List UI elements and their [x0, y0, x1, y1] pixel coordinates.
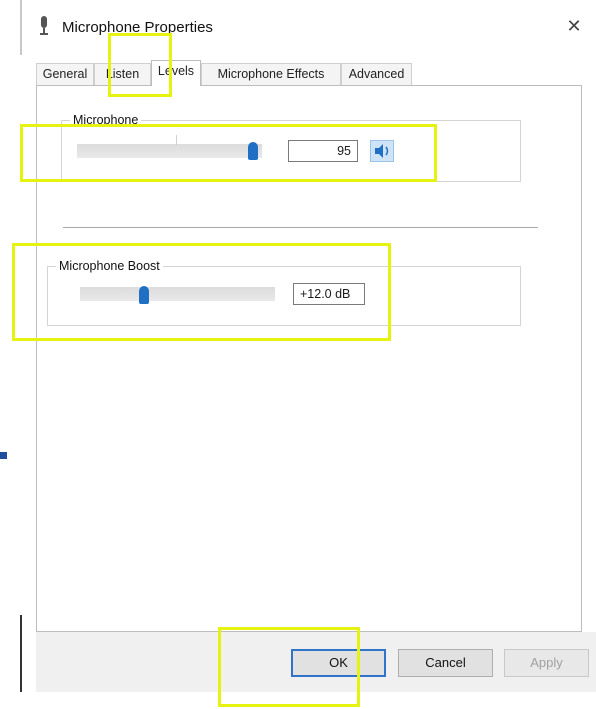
boost-slider-track[interactable] [80, 287, 275, 301]
background-edge [0, 0, 10, 709]
microphone-slider-track[interactable] [77, 144, 262, 158]
background-marker [0, 452, 7, 459]
tab-strip: General Listen Levels Microphone Effects… [36, 60, 596, 86]
apply-button[interactable]: Apply [504, 649, 589, 677]
microphone-boost-input[interactable]: +12.0 dB [293, 283, 365, 305]
title-bar: Microphone Properties ✕ [22, 0, 596, 50]
cancel-button[interactable]: Cancel [398, 649, 493, 677]
microphone-label: Microphone [70, 113, 142, 127]
section-separator [63, 227, 538, 228]
mute-button[interactable] [370, 140, 394, 162]
levels-panel: Microphone 95 Microphone Boost +12.0 dB [36, 86, 582, 632]
microphone-properties-dialog: Microphone Properties ✕ General Listen L… [22, 0, 596, 692]
dialog-footer: OK Cancel Apply [36, 632, 596, 692]
microphone-boost-label: Microphone Boost [56, 259, 163, 273]
microphone-icon [40, 16, 48, 35]
tab-advanced[interactable]: Advanced [341, 63, 412, 85]
tab-microphone-effects[interactable]: Microphone Effects [201, 63, 341, 85]
window-title: Microphone Properties [62, 19, 213, 36]
background-bottom [0, 692, 596, 709]
microphone-slider-thumb[interactable] [247, 142, 258, 160]
microphone-level-input[interactable]: 95 [288, 140, 358, 162]
slider-tick [176, 135, 177, 145]
boost-slider-thumb[interactable] [139, 286, 150, 304]
tab-levels[interactable]: Levels [151, 60, 201, 86]
speaker-icon [375, 144, 389, 158]
tab-listen[interactable]: Listen [94, 63, 151, 85]
microphone-group: Microphone 95 [61, 113, 521, 182]
tab-general[interactable]: General [36, 63, 94, 85]
microphone-boost-group: Microphone Boost +12.0 dB [47, 259, 521, 326]
close-button[interactable]: ✕ [562, 14, 586, 38]
ok-button[interactable]: OK [291, 649, 386, 677]
